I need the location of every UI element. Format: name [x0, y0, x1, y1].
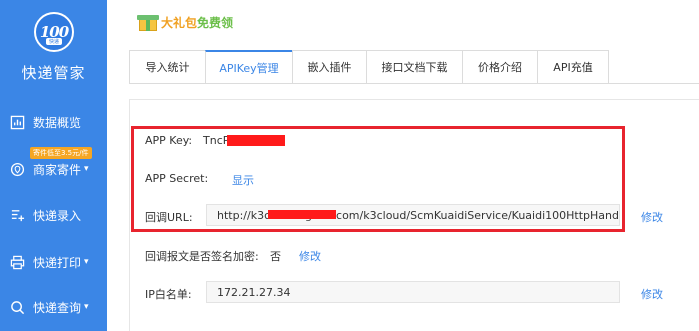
form-add-icon [9, 207, 25, 223]
edit-callback-url-link[interactable]: 修改 [641, 209, 663, 225]
tab-import-stats[interactable]: 导入统计 [129, 50, 205, 84]
tabs-divider [129, 83, 699, 84]
tab-bar: 导入统计 APIKey管理 嵌入插件 接口文档下载 价格介绍 API充值 [129, 50, 609, 84]
promo-text-free: 免费领 [197, 15, 234, 30]
promo-text-gift: 大礼包 [161, 15, 198, 30]
brand-name: 快递管家 [21, 64, 86, 82]
gift-icon [137, 12, 159, 32]
signature-encryption-label: 回调报文是否签名加密: [145, 250, 259, 263]
edit-ip-whitelist-link[interactable]: 修改 [641, 286, 663, 302]
chevron-down-icon: ▾ [84, 164, 89, 174]
sidebar-item-merchant-shipping[interactable]: 商家寄件 ▾ [0, 155, 107, 183]
sidebar-item-label: 商家寄件 [33, 162, 82, 177]
tab-api-docs-download[interactable]: 接口文档下载 [366, 50, 462, 84]
logo[interactable]: 100 快递 [34, 12, 74, 52]
sidebar-item-express-query[interactable]: 快递查询 ▾ [0, 293, 107, 321]
chevron-down-icon: ▾ [84, 257, 89, 267]
logo-subtext: 快递 [45, 38, 63, 45]
chevron-down-icon: ▾ [84, 302, 89, 312]
tab-api-recharge[interactable]: API充值 [537, 50, 609, 84]
gift-promo-banner[interactable]: 大礼包免费领 [137, 12, 233, 32]
tab-apikey-management[interactable]: APIKey管理 [205, 50, 292, 84]
sidebar-item-label: 快递查询 [33, 300, 82, 315]
printer-icon [9, 254, 25, 270]
sidebar-item-data-overview[interactable]: 数据概览 [0, 108, 107, 136]
chart-icon [9, 114, 25, 130]
sidebar-item-label: 快递录入 [33, 208, 82, 223]
location-icon [9, 161, 25, 177]
sidebar-item-label: 数据概览 [33, 115, 82, 130]
ip-whitelist-label: IP白名单: [145, 288, 192, 301]
sidebar: 100 快递 快递管家 数据概览 寄件低至3.5元/件 商家寄件 ▾ 快递录入 … [0, 0, 107, 331]
search-icon [9, 299, 25, 315]
sidebar-item-label: 快递打印 [33, 255, 82, 270]
tab-embed-plugin[interactable]: 嵌入插件 [292, 50, 366, 84]
tab-pricing[interactable]: 价格介绍 [462, 50, 537, 84]
highlight-annotation-box [131, 126, 625, 232]
edit-signature-link[interactable]: 修改 [299, 248, 321, 264]
sidebar-item-express-entry[interactable]: 快递录入 [0, 201, 107, 229]
sidebar-item-express-print[interactable]: 快递打印 ▾ [0, 248, 107, 276]
signature-encryption-value: 否 [270, 250, 281, 263]
ip-whitelist-field[interactable]: 172.21.27.34 [206, 281, 620, 303]
ip-whitelist-value: 172.21.27.34 [217, 285, 291, 299]
